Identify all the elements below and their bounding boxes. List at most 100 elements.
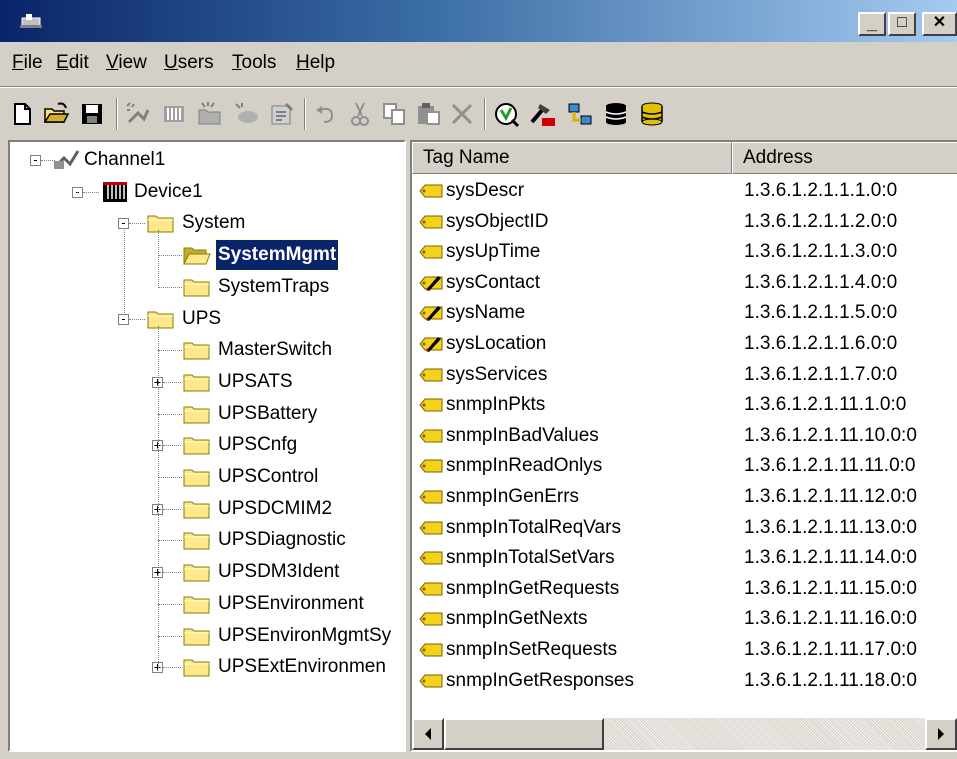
arrow-right-icon: [938, 728, 944, 740]
tree-connector: [129, 318, 145, 320]
tree-item-label: UPSEnvironment: [218, 592, 364, 614]
tag-address-cell: 1.3.6.1.2.1.1.3.0:0: [744, 241, 898, 263]
scroll-right-button[interactable]: [925, 718, 957, 750]
tag-name-cell: snmpInGetRequests: [446, 577, 620, 599]
close-button[interactable]: ✕: [922, 12, 957, 36]
maximize-button[interactable]: □: [888, 12, 916, 36]
tag-row[interactable]: snmpInTotalReqVars 1.3.6.1.2.1.11.13.0:0: [412, 513, 957, 544]
tag-row[interactable]: snmpInBadValues 1.3.6.1.2.1.11.10.0:0: [412, 421, 957, 452]
tree-item-device1[interactable]: - Device1: [10, 177, 404, 207]
tag-name-cell: snmpInReadOnlys: [446, 455, 603, 477]
tag-address-cell: 1.3.6.1.2.1.1.5.0:0: [744, 302, 898, 324]
opc-icon[interactable]: [528, 100, 556, 128]
collapse-toggle[interactable]: -: [30, 154, 41, 166]
tag-row[interactable]: snmpInTotalSetVars 1.3.6.1.2.1.11.14.0:0: [412, 543, 957, 574]
tag-name-cell: sysUpTime: [446, 241, 541, 263]
tag-name-cell: sysObjectID: [446, 210, 549, 232]
tag-row[interactable]: sysDescr 1.3.6.1.2.1.1.1.0:0: [412, 176, 957, 207]
tree-item-ups[interactable]: - UPS: [10, 304, 404, 334]
tree-item-upsextenvironmen[interactable]: + UPSExtEnvironmen: [10, 652, 404, 682]
database-icon[interactable]: [602, 100, 630, 128]
new-icon[interactable]: [8, 100, 36, 128]
tag-row[interactable]: sysLocation 1.3.6.1.2.1.1.6.0:0: [412, 329, 957, 360]
tree-item-label: Channel1: [84, 149, 166, 170]
menu-view[interactable]: View: [106, 52, 147, 74]
tag-row[interactable]: snmpInGetRequests 1.3.6.1.2.1.11.15.0:0: [412, 574, 957, 605]
title-bar[interactable]: _ □ ✕: [0, 0, 957, 42]
tag-row[interactable]: snmpInGenErrs 1.3.6.1.2.1.11.12.0:0: [412, 482, 957, 513]
tree-item-systemtraps[interactable]: SystemTraps: [10, 272, 404, 302]
horizontal-scrollbar[interactable]: [412, 718, 957, 750]
tag-row[interactable]: sysUpTime 1.3.6.1.2.1.1.3.0:0: [412, 237, 957, 268]
tag-row[interactable]: sysName 1.3.6.1.2.1.1.5.0:0: [412, 298, 957, 329]
list-header: Tag Name Address: [412, 142, 957, 174]
save-icon[interactable]: [78, 100, 106, 128]
tree-pane[interactable]: - Channel1- Device1- System SystemMgmt System…: [8, 140, 406, 752]
tag-name-cell: sysContact: [446, 271, 540, 293]
quick-client-icon[interactable]: [492, 100, 520, 128]
arrow-left-icon: [425, 728, 431, 740]
tag-row[interactable]: sysObjectID 1.3.6.1.2.1.1.2.0:0: [412, 207, 957, 238]
tree-connector: [158, 350, 182, 352]
tree-item-upsdcmim2[interactable]: + UPSDCMIM2: [10, 494, 404, 524]
tree-item-masterswitch[interactable]: MasterSwitch: [10, 335, 404, 365]
tag-row[interactable]: snmpInGetResponses 1.3.6.1.2.1.11.18.0:0: [412, 666, 957, 697]
column-header-tag-name[interactable]: Tag Name: [412, 142, 732, 174]
tag-row[interactable]: snmpInReadOnlys 1.3.6.1.2.1.11.11.0:0: [412, 451, 957, 482]
tree-item-upsdiagnostic[interactable]: UPSDiagnostic: [10, 525, 404, 555]
tree-item-label: Device1: [134, 180, 203, 202]
tree-item-upsenvironmgmtsy[interactable]: UPSEnvironMgmtSy: [10, 621, 404, 651]
copy-icon[interactable]: [380, 100, 408, 128]
toolbar-separator: [304, 98, 306, 130]
database-export-icon[interactable]: [638, 100, 666, 128]
tag-icon: [419, 674, 443, 688]
tag-row[interactable]: sysServices 1.3.6.1.2.1.1.7.0:0: [412, 360, 957, 391]
properties-icon[interactable]: [268, 100, 296, 128]
folder-icon: [183, 374, 210, 392]
tag-address-cell: 1.3.6.1.2.1.11.18.0:0: [744, 669, 917, 691]
tree-item-upsdm3ident[interactable]: + UPSDM3Ident: [10, 557, 404, 587]
new-device-icon[interactable]: [160, 100, 188, 128]
tag-row[interactable]: sysContact 1.3.6.1.2.1.1.4.0:0: [412, 268, 957, 299]
tree-item-upsats[interactable]: + UPSATS: [10, 367, 404, 397]
collapse-toggle[interactable]: -: [118, 313, 129, 325]
menu-edit[interactable]: Edit: [56, 52, 89, 74]
tag-icon: [419, 245, 443, 259]
new-tag-icon[interactable]: [232, 100, 260, 128]
tree-connector: [158, 635, 182, 637]
tag-row[interactable]: snmpInSetRequests 1.3.6.1.2.1.11.17.0:0: [412, 635, 957, 666]
tag-icon: [419, 184, 443, 198]
menu-tools[interactable]: Tools: [232, 52, 276, 74]
tag-list-pane[interactable]: Tag Name Address sysDescr 1.3.6.1.2.1.1.1…: [410, 140, 957, 752]
menu-users[interactable]: Users: [164, 52, 214, 74]
new-channel-icon[interactable]: [124, 100, 152, 128]
undo-icon[interactable]: [312, 100, 340, 128]
menu-help[interactable]: Help: [296, 52, 335, 74]
minimize-button[interactable]: _: [858, 12, 886, 36]
delete-icon[interactable]: [448, 100, 476, 128]
scrollbar-thumb[interactable]: [444, 718, 604, 750]
column-header-address[interactable]: Address: [732, 142, 957, 174]
tree-item-channel1[interactable]: - Channel1: [10, 145, 404, 175]
tree-item-upsenvironment[interactable]: UPSEnvironment: [10, 589, 404, 619]
paste-icon[interactable]: [414, 100, 442, 128]
tree-connector: [77, 191, 78, 193]
scroll-left-button[interactable]: [412, 718, 444, 750]
tree-item-label: UPSDCMIM2: [218, 497, 333, 519]
new-group-icon[interactable]: [196, 100, 224, 128]
tree-item-upscnfg[interactable]: + UPSCnfg: [10, 430, 404, 460]
cut-icon[interactable]: [346, 100, 374, 128]
menu-file[interactable]: File: [12, 52, 43, 74]
runtime-connect-icon[interactable]: [566, 100, 594, 128]
tree-item-upsbattery[interactable]: UPSBattery: [10, 399, 404, 429]
open-icon[interactable]: [42, 100, 70, 128]
folder-icon: [183, 469, 210, 487]
tag-icon: [419, 582, 443, 596]
tag-row[interactable]: snmpInGetNexts 1.3.6.1.2.1.11.16.0:0: [412, 604, 957, 635]
tree-item-systemmgmt[interactable]: SystemMgmt: [10, 239, 404, 272]
tree-item-system[interactable]: - System: [10, 208, 404, 238]
tree-item-upscontrol[interactable]: UPSControl: [10, 462, 404, 492]
tag-row[interactable]: snmpInPkts 1.3.6.1.2.1.11.1.0:0: [412, 390, 957, 421]
tree-connector: [158, 286, 182, 288]
tree-connector: [158, 477, 182, 478]
